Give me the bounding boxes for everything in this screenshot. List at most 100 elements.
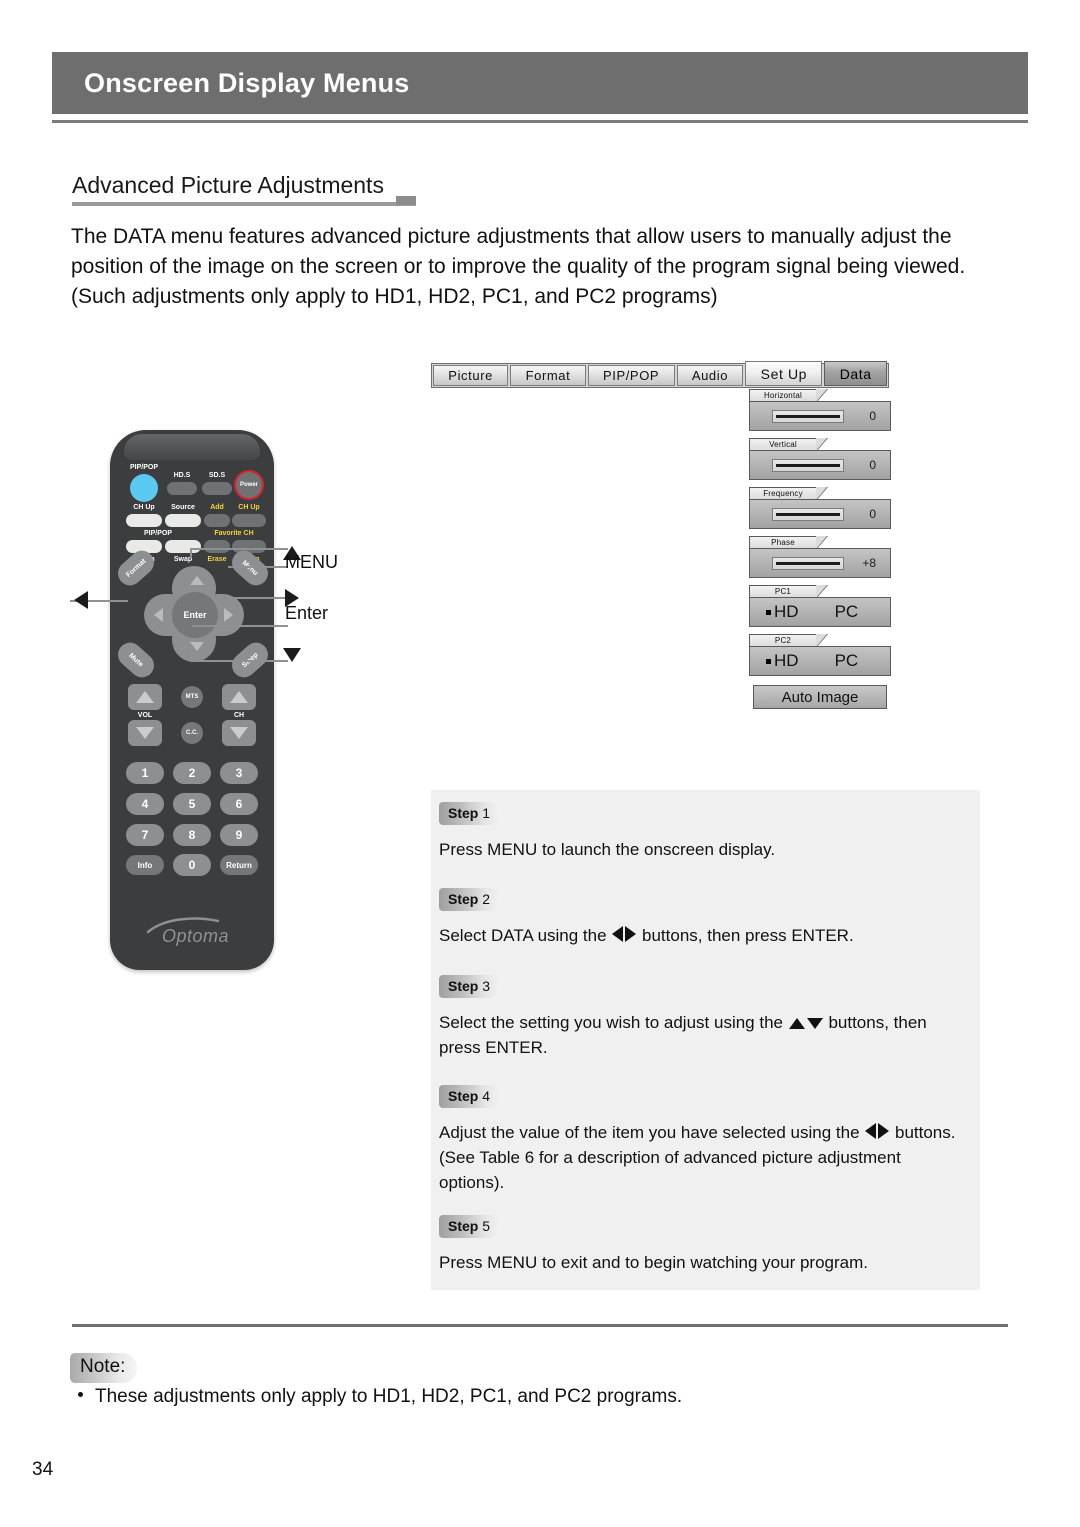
remote-key-2[interactable]: 2: [173, 762, 211, 784]
remote-key-7[interactable]: 7: [126, 824, 164, 846]
step-2-text-before: Select DATA using the: [439, 926, 612, 945]
osd-setting-body[interactable]: +8: [749, 548, 891, 578]
step-4-badge-word: Step: [448, 1088, 479, 1104]
osd-menu-mockup: Picture Format PIP/POP Audio Set Up Data…: [431, 361, 891, 709]
step-3-badge-word: Step: [448, 978, 479, 994]
osd-setting-label-pc2: PC2: [749, 634, 828, 648]
remote-key-9[interactable]: 9: [220, 824, 258, 846]
callout-enter-label: Enter: [285, 603, 329, 623]
callout-stem-up: [190, 548, 192, 558]
remote-button-pip-pop-top[interactable]: [130, 474, 158, 502]
remote-key-6[interactable]: 6: [220, 793, 258, 815]
remote-button-vol-up[interactable]: [128, 684, 162, 710]
remote-button-mts[interactable]: MTS: [181, 686, 203, 708]
frequency-value: 0: [869, 507, 876, 521]
note-bullet-text: These adjustments only apply to HD1, HD2…: [95, 1386, 683, 1407]
remote-button-enter[interactable]: Enter: [172, 592, 218, 638]
osd-tab-pip-pop[interactable]: PIP/POP: [587, 365, 675, 386]
remote-button-ch-up-left[interactable]: [126, 514, 162, 527]
remote-button-erase[interactable]: [204, 540, 230, 553]
remote-body: PIP/POP HD.S SD.S Power CH Up Source Add…: [110, 430, 274, 970]
step-1-badge: Step 1: [439, 802, 502, 825]
step-4-badge-number: 4: [482, 1088, 491, 1104]
callout-left-arrow-icon: [74, 591, 88, 609]
remote-key-4[interactable]: 4: [126, 793, 164, 815]
note-badge: Note:: [70, 1353, 138, 1383]
callout-stem-down: [190, 650, 192, 662]
auto-image-button[interactable]: Auto Image: [753, 685, 887, 709]
osd-setting-body[interactable]: 0: [749, 450, 891, 480]
step-2-badge-number: 2: [482, 891, 491, 907]
remote-key-3[interactable]: 3: [220, 762, 258, 784]
frequency-slider[interactable]: [772, 507, 844, 521]
callout-leader-enter: [192, 625, 288, 627]
vol-up-arrow-icon: [136, 691, 154, 703]
osd-setting-vertical[interactable]: Vertical 0: [749, 438, 891, 480]
vol-down-arrow-icon: [136, 727, 154, 739]
pc2-option-pc[interactable]: PC: [835, 651, 859, 671]
callout-leader-up: [192, 548, 288, 550]
step-3: Step 3 Select the setting you wish to ad…: [439, 975, 959, 1060]
osd-setting-pc1[interactable]: PC1 HD PC: [749, 585, 891, 627]
osd-tab-audio[interactable]: Audio: [676, 365, 744, 386]
step-3-badge-number: 3: [482, 978, 491, 994]
remote-button-hd-s[interactable]: [167, 482, 197, 495]
horizontal-slider[interactable]: [772, 409, 844, 423]
remote-label-sd-s: SD.S: [208, 472, 226, 479]
osd-setting-frequency[interactable]: Frequency 0: [749, 487, 891, 529]
step-1-text: Press MENU to launch the onscreen displa…: [439, 837, 959, 862]
osd-setting-pc2[interactable]: PC2 HD PC: [749, 634, 891, 676]
osd-setting-body[interactable]: HD PC: [749, 646, 891, 676]
right-arrow-glyph-icon: [625, 926, 637, 942]
remote-key-8[interactable]: 8: [173, 824, 211, 846]
phase-slider[interactable]: [772, 556, 844, 570]
step-2-text: Select DATA using the buttons, then pres…: [439, 923, 959, 948]
osd-setting-body[interactable]: 0: [749, 499, 891, 529]
step-1-badge-number: 1: [482, 805, 491, 821]
osd-setting-horizontal[interactable]: Horizontal 0: [749, 389, 891, 431]
remote-button-add[interactable]: [204, 514, 230, 527]
dpad-down-arrow-icon: [190, 642, 204, 651]
remote-label-source: Source: [171, 504, 195, 511]
osd-tab-data[interactable]: Data: [824, 361, 887, 386]
note-bullet-item: These adjustments only apply to HD1, HD2…: [78, 1386, 682, 1408]
pc1-option-hd[interactable]: HD: [766, 602, 799, 622]
osd-tab-bar: Picture Format PIP/POP Audio Set Up Data: [431, 361, 889, 388]
step-2-badge: Step 2: [439, 888, 502, 911]
osd-tab-picture[interactable]: Picture: [433, 365, 509, 386]
osd-setting-body[interactable]: 0: [749, 401, 891, 431]
remote-key-5[interactable]: 5: [173, 793, 211, 815]
vertical-slider[interactable]: [772, 458, 844, 472]
step-3-badge: Step 3: [439, 975, 502, 998]
remote-button-source[interactable]: [165, 514, 201, 527]
step-3-text-before: Select the setting you wish to adjust us…: [439, 1013, 788, 1032]
osd-setting-body[interactable]: HD PC: [749, 597, 891, 627]
osd-tab-set-up[interactable]: Set Up: [745, 361, 823, 386]
remote-button-ch-down[interactable]: [222, 720, 256, 746]
step-4-text: Adjust the value of the item you have se…: [439, 1120, 959, 1195]
remote-key-1[interactable]: 1: [126, 762, 164, 784]
optoma-logo: Optoma: [146, 916, 246, 950]
remote-button-vol-down[interactable]: [128, 720, 162, 746]
remote-button-ch-up-right[interactable]: [232, 514, 266, 527]
section-heading-tick: [396, 196, 416, 205]
page-number: 34: [32, 1459, 54, 1480]
remote-control-illustration: PIP/POP HD.S SD.S Power CH Up Source Add…: [70, 420, 400, 980]
horizontal-value: 0: [869, 409, 876, 423]
remote-button-cc[interactable]: C.C.: [181, 722, 203, 744]
pc2-option-hd[interactable]: HD: [766, 651, 799, 671]
down-arrow-glyph-icon: [806, 1018, 823, 1029]
step-2-text-mid: buttons, then press ENTER.: [637, 926, 854, 945]
remote-button-swap[interactable]: [165, 540, 201, 553]
remote-button-return[interactable]: Return: [220, 855, 258, 875]
osd-setting-label-frequency: Frequency: [749, 487, 828, 501]
osd-setting-phase[interactable]: Phase +8: [749, 536, 891, 578]
remote-button-power[interactable]: Power: [234, 470, 264, 500]
pc1-option-pc[interactable]: PC: [835, 602, 859, 622]
remote-button-sd-s[interactable]: [202, 482, 232, 495]
remote-key-0[interactable]: 0: [173, 854, 211, 876]
callout-menu-label: MENU: [285, 552, 338, 572]
remote-button-ch-up[interactable]: [222, 684, 256, 710]
osd-tab-format[interactable]: Format: [510, 365, 586, 386]
remote-button-info[interactable]: Info: [126, 855, 164, 875]
